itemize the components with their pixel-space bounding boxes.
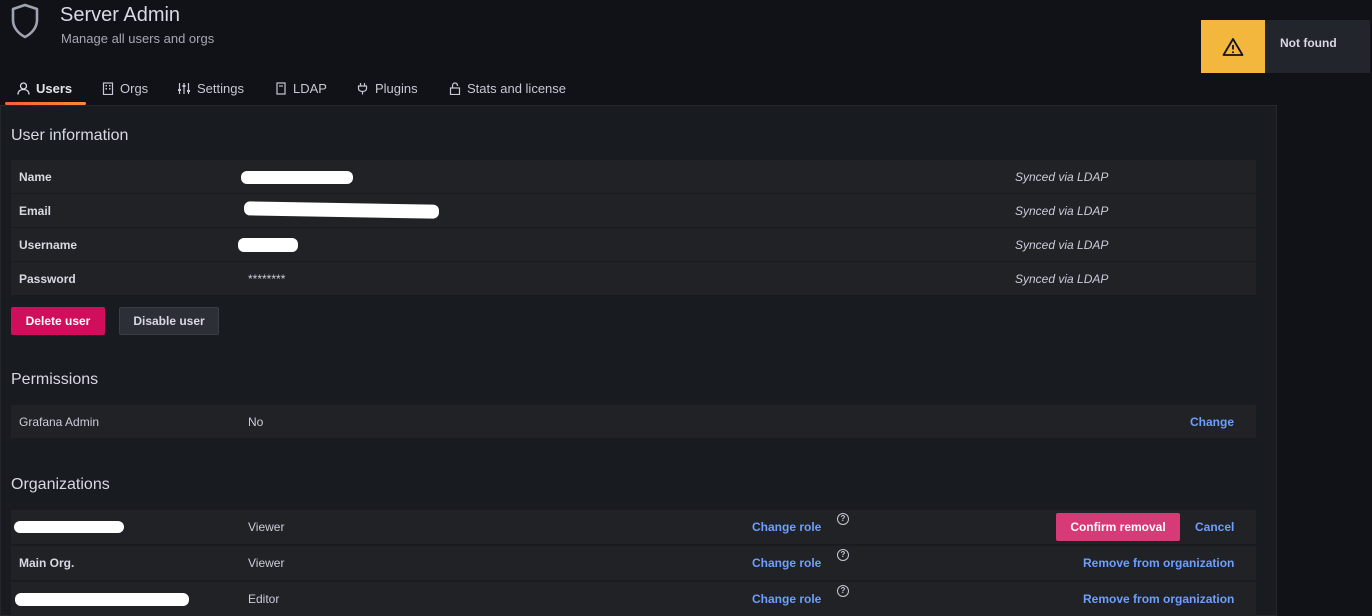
field-value: No — [248, 415, 264, 429]
disable-user-button[interactable]: Disable user — [119, 307, 219, 335]
change-role-link[interactable]: Change role — [752, 556, 821, 570]
tab-settings[interactable]: Settings — [177, 77, 244, 105]
help-icon[interactable]: ? — [837, 513, 849, 525]
redaction-mark — [243, 201, 440, 219]
tab-label: LDAP — [293, 81, 327, 96]
user-info-row-username: Username Synced via LDAP — [11, 228, 1256, 261]
toast-icon-box — [1201, 20, 1265, 73]
warning-icon — [1222, 37, 1244, 56]
section-title-permissions: Permissions — [11, 371, 99, 388]
help-icon[interactable]: ? — [837, 585, 849, 597]
org-role: Viewer — [248, 556, 285, 570]
page-header: Server Admin Manage all users and orgs — [0, 0, 1372, 70]
user-info-row-email: Email Synced via LDAP — [11, 194, 1256, 227]
user-info-row-name: Name Synced via LDAP — [11, 160, 1256, 193]
org-row: Editor Change role ? Remove from organiz… — [11, 582, 1256, 616]
org-role: Editor — [248, 592, 280, 606]
remove-from-org-link[interactable]: Remove from organization — [1083, 556, 1234, 570]
cancel-link[interactable]: Cancel — [1195, 520, 1234, 534]
tab-users[interactable]: Users — [5, 77, 86, 105]
sync-status: Synced via LDAP — [1015, 272, 1109, 286]
tab-plugins[interactable]: Plugins — [356, 77, 418, 105]
field-label: Username — [19, 238, 78, 252]
confirm-removal-button[interactable]: Confirm removal — [1056, 513, 1180, 541]
plug-icon — [357, 83, 368, 95]
section-title-organizations: Organizations — [11, 476, 110, 493]
redaction-mark — [14, 521, 124, 533]
redaction-mark — [15, 593, 189, 606]
tab-label: Settings — [197, 81, 244, 96]
page-title: Server Admin — [60, 4, 181, 26]
tab-stats-license[interactable]: Stats and license — [449, 77, 566, 105]
org-row: Viewer Change role ? Confirm removal Can… — [11, 510, 1256, 544]
permissions-row-grafana-admin: Grafana Admin No Change — [11, 405, 1256, 438]
sliders-icon — [178, 83, 190, 94]
field-label: Password — [19, 272, 76, 286]
tab-label: Users — [36, 81, 73, 96]
field-label: Grafana Admin — [19, 415, 100, 429]
tab-label: Orgs — [120, 81, 149, 96]
field-label: Email — [19, 204, 52, 218]
building-icon — [102, 82, 114, 95]
change-role-link[interactable]: Change role — [752, 592, 821, 606]
page-subtitle: Manage all users and orgs — [61, 31, 215, 46]
admin-tabs: Users Orgs Settings LDAP Plugins Stats a… — [0, 77, 1280, 105]
sync-status: Synced via LDAP — [1015, 170, 1109, 184]
tab-ldap[interactable]: LDAP — [275, 77, 327, 105]
remove-from-org-link[interactable]: Remove from organization — [1083, 592, 1234, 606]
user-info-row-password: Password ******** Synced via LDAP — [11, 262, 1256, 295]
user-icon — [17, 82, 30, 95]
sync-status: Synced via LDAP — [1015, 204, 1109, 218]
book-icon — [276, 82, 286, 95]
tab-label: Plugins — [375, 81, 418, 96]
change-admin-link[interactable]: Change — [1190, 415, 1234, 429]
right-gutter — [1277, 0, 1372, 616]
sync-status: Synced via LDAP — [1015, 238, 1109, 252]
lock-icon — [449, 82, 461, 95]
field-value: ******** — [248, 272, 286, 286]
redaction-mark — [241, 171, 353, 184]
help-icon[interactable]: ? — [837, 549, 849, 561]
tab-label: Stats and license — [467, 81, 567, 96]
delete-user-button[interactable]: Delete user — [11, 307, 105, 335]
org-role: Viewer — [248, 520, 285, 534]
toast-message: Not found — [1280, 36, 1337, 50]
error-toast[interactable]: Not found — [1201, 20, 1370, 73]
tab-orgs[interactable]: Orgs — [102, 77, 148, 105]
shield-icon — [11, 3, 39, 39]
org-row: Main Org. Viewer Change role ? Remove fr… — [11, 546, 1256, 580]
field-label: Name — [19, 170, 52, 184]
change-role-link[interactable]: Change role — [752, 520, 821, 534]
org-name: Main Org. — [19, 556, 75, 570]
redaction-mark — [238, 238, 298, 252]
section-title-user-info: User information — [11, 127, 129, 144]
